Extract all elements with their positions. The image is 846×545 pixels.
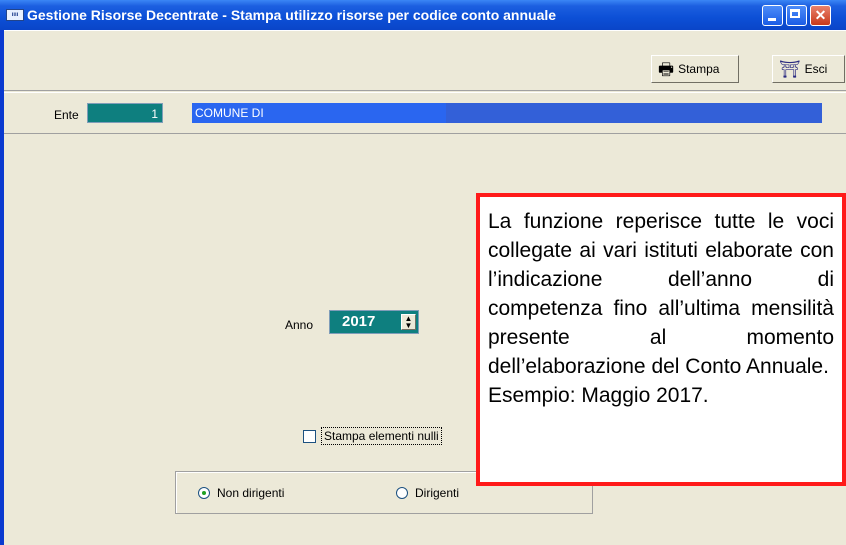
callout-example: Esempio: Maggio 2017. [488,384,709,407]
explanation-callout: La funzione reperisce tutte le voci coll… [476,193,846,486]
printer-icon: 🖶 [658,59,675,79]
print-button-label: Stampa [678,62,720,76]
radio-button-selected[interactable] [198,487,210,499]
exit-button[interactable]: ⛩ Esci [772,55,845,83]
anno-spin-field[interactable]: 2017 ▲ ▼ [329,310,419,334]
radio-non-dirigenti[interactable]: Non dirigenti [198,486,284,500]
toolbar: 🖶 Stampa ⛩ Esci [4,30,846,91]
print-null-elements-option[interactable]: Stampa elementi nulli [303,427,442,445]
maximize-icon [790,9,800,18]
ente-name-text: COMUNE DI [195,106,264,120]
print-button[interactable]: 🖶 Stampa [651,55,739,83]
app-icon: ιιιι [6,9,24,21]
radio-non-dirigenti-label: Non dirigenti [217,486,285,500]
callout-text: La funzione reperisce tutte le voci coll… [488,210,834,378]
close-icon: ✕ [814,7,827,23]
radio-dirigenti-label: Dirigenti [415,486,460,500]
radio-button[interactable] [396,487,408,499]
print-null-checkbox[interactable] [303,429,316,443]
title-bar[interactable]: ιιιι Gestione Risorse Decentrate - Stamp… [0,0,846,30]
anno-label: Anno [285,318,314,332]
print-null-label[interactable]: Stampa elementi nulli [321,427,442,445]
close-button[interactable]: ✕ [810,5,831,26]
ente-name-field[interactable]: COMUNE DI [192,103,822,123]
radio-dirigenti[interactable]: Dirigenti [396,486,459,500]
maximize-button[interactable] [786,5,807,26]
door-exit-icon: ⛩ [779,59,801,79]
spinner-arrows-icon[interactable]: ▲ ▼ [401,314,416,330]
minimize-icon [768,18,776,21]
window-title: Gestione Risorse Decentrate - Stampa uti… [27,7,557,23]
minimize-button[interactable] [762,5,783,26]
ente-label: Ente [54,108,79,122]
ente-row: Ente 1 COMUNE DI [4,92,846,134]
exit-button-label: Esci [804,62,828,76]
toolbar-divider [4,30,846,31]
anno-value: 2017 [342,313,376,330]
ente-code-field[interactable]: 1 [87,103,163,123]
